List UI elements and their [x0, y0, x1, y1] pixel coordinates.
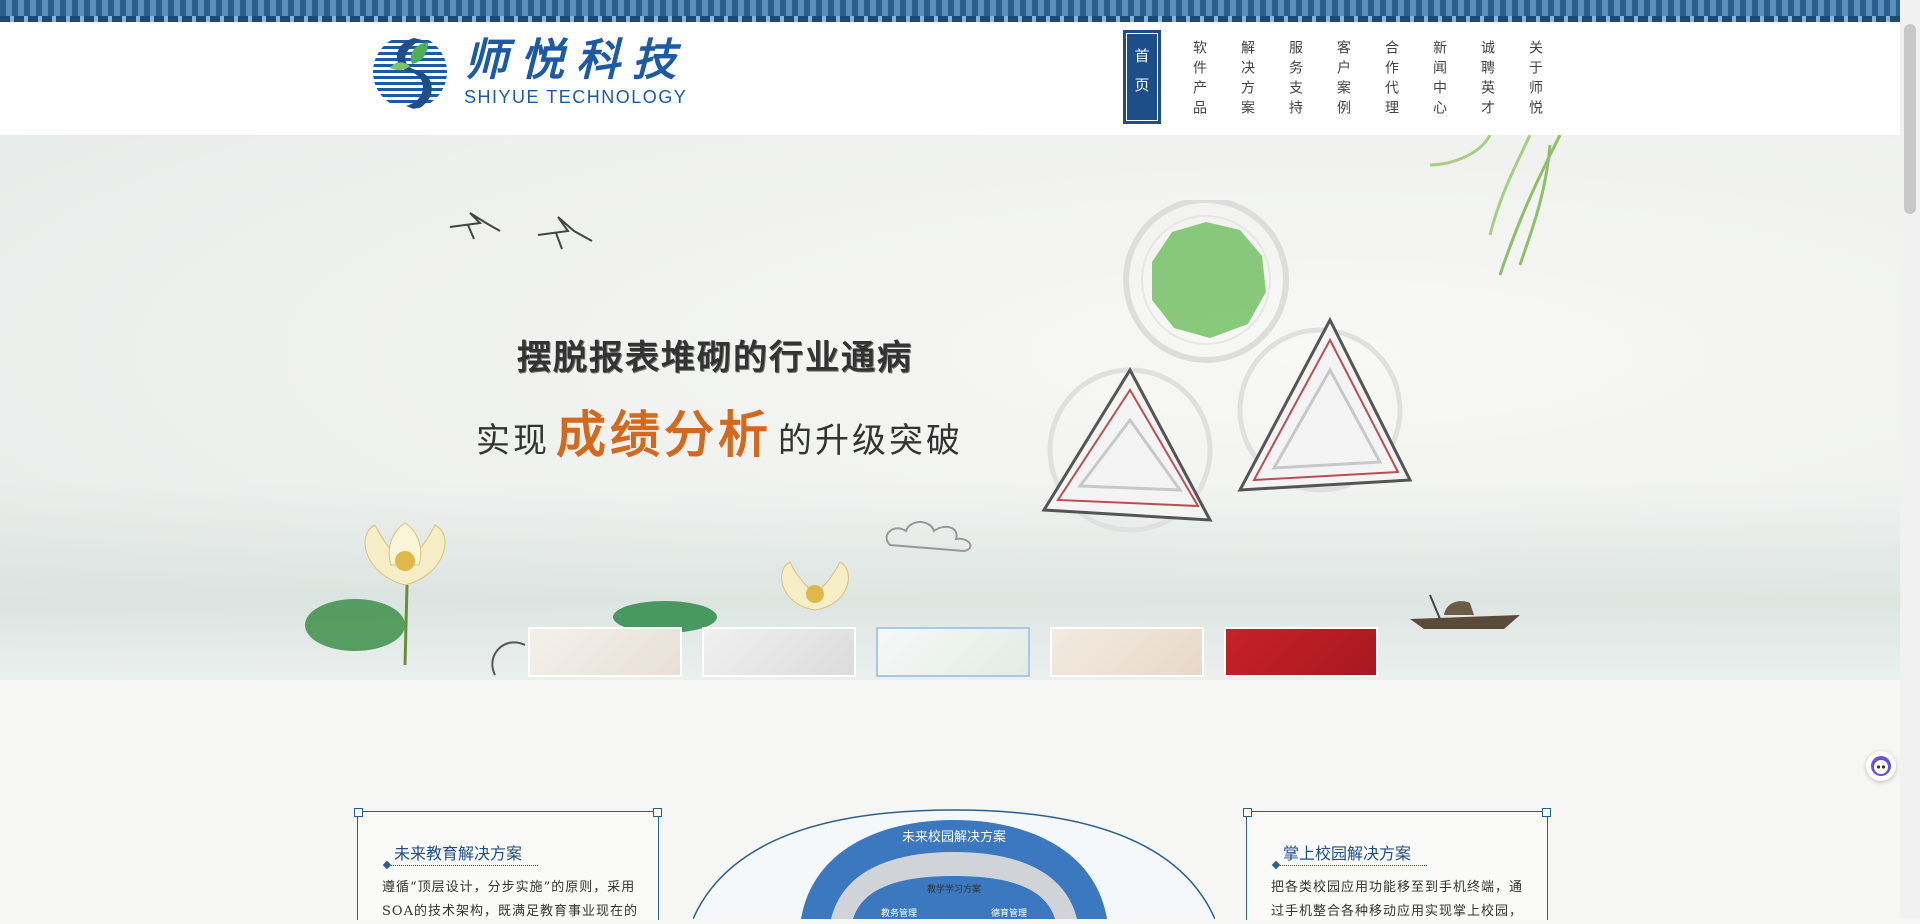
brand-name-en: SHIYUE TECHNOLOGY	[464, 86, 688, 107]
willow-branches-icon	[1429, 135, 1562, 276]
panel-future-education[interactable]: 未来教育解决方案 遵循“顶层设计，分步实施”的原则，采用SOA的技术架构，既满足…	[354, 808, 662, 920]
banner-sub-highlight: 成绩分析	[556, 405, 772, 464]
cloud-ornament-icon	[885, 521, 972, 553]
banner-thumbnails	[528, 627, 1398, 677]
nav-item-about[interactable]: 关于师悦	[1525, 30, 1545, 124]
nav-item-solutions[interactable]: 解决方案	[1237, 30, 1257, 124]
diagram-label-teaching: 教学学习方案	[927, 883, 981, 895]
nav-item-service-support[interactable]: 服务支持	[1285, 30, 1305, 124]
logo[interactable]: 师悦科技 SHIYUE TECHNOLOGY	[372, 34, 688, 110]
boat-illustration-icon	[1410, 594, 1520, 629]
chat-assistant-button[interactable]	[1866, 751, 1896, 781]
panel-mobile-campus[interactable]: 掌上校园解决方案 把各类校园应用功能移至到手机终端，通过手机整合各种移动应用实现…	[1243, 808, 1551, 920]
site-header: 师悦科技 SHIYUE TECHNOLOGY 首页 软件产品 解决方案 服务支持…	[0, 22, 1900, 135]
diagram-label-moral: 德育管理	[991, 907, 1027, 919]
panel-title-future-education: 未来教育解决方案	[394, 844, 523, 863]
panel-title-mobile-campus: 掌上校园解决方案	[1283, 844, 1412, 863]
banner-thumb-2[interactable]	[702, 627, 856, 677]
hero-banner[interactable]: 摆脱报表堆砌的行业通病 实现 成绩分析 的升级突破	[0, 135, 1900, 680]
panel-text-future-education: 遵循“顶层设计，分步实施”的原则，采用SOA的技术架构，既满足教育事业现在的	[382, 880, 638, 919]
nav-item-customer-cases[interactable]: 客户案例	[1333, 30, 1353, 124]
cranes-illustration-icon	[449, 212, 593, 250]
diagram-label-academic: 教务管理	[881, 907, 917, 919]
main-nav: 首页 软件产品 解决方案 服务支持 客户案例 合作代理 新闻中心 诚聘英才 关于…	[1123, 30, 1545, 124]
scrollbar-thumb[interactable]	[1904, 24, 1916, 214]
banner-sub-suffix: 的升级突破	[778, 421, 963, 461]
panel-divider	[388, 865, 538, 866]
lotus-illustration-icon	[305, 522, 526, 676]
lotus-small-icon	[781, 561, 849, 611]
future-campus-diagram[interactable]: 未来校园解决方案 教学学习方案 教务管理 德育管理	[693, 808, 1215, 919]
panel-text-mobile-campus: 把各类校园应用功能移至到手机终端，通过手机整合各种移动应用实现掌上校园，	[1271, 880, 1524, 919]
page-scrollbar[interactable]	[1900, 0, 1920, 919]
nav-item-software-products[interactable]: 软件产品	[1189, 30, 1209, 124]
banner-subline: 实现 成绩分析 的升级突破	[476, 395, 963, 467]
nav-item-home[interactable]: 首页	[1123, 30, 1161, 124]
banner-headline: 摆脱报表堆砌的行业通病	[517, 338, 913, 378]
logo-emblem-icon	[373, 35, 447, 109]
banner-sub-prefix: 实现	[476, 421, 550, 461]
nav-item-news[interactable]: 新闻中心	[1429, 30, 1449, 124]
banner-thumb-4[interactable]	[1050, 627, 1204, 677]
top-decorative-border	[0, 0, 1920, 22]
nav-item-partners[interactable]: 合作代理	[1381, 30, 1401, 124]
brand-name-cn: 师悦科技	[464, 34, 688, 86]
panel-divider	[1277, 865, 1427, 866]
banner-thumb-1[interactable]	[528, 627, 682, 677]
robot-face-icon	[1871, 756, 1891, 776]
diagram-title: 未来校园解决方案	[902, 829, 1006, 845]
analysis-graphic-icon	[1041, 200, 1413, 533]
nav-item-careers[interactable]: 诚聘英才	[1477, 30, 1497, 124]
banner-thumb-5[interactable]	[1224, 627, 1378, 677]
banner-thumb-3[interactable]	[876, 627, 1030, 677]
